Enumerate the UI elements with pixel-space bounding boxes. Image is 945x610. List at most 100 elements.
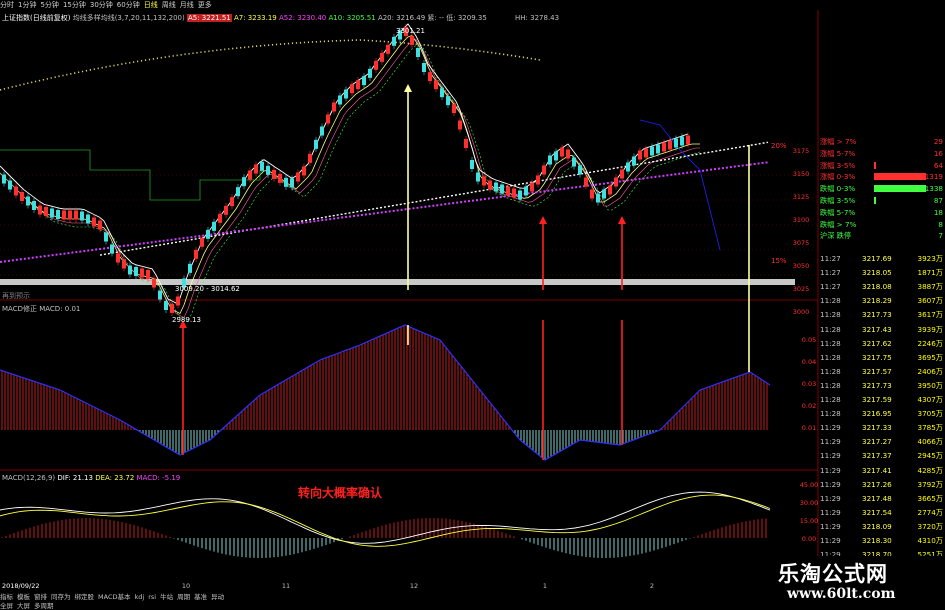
macd-value: MACD: -5.19 [136,474,181,482]
candle-body-32 [194,249,198,259]
candle-body-107 [644,148,648,158]
candle-body-103 [620,169,624,179]
candle-body-4 [26,196,30,206]
candle-body-71 [428,72,432,82]
candle-body-72 [434,80,438,90]
candle-body-29 [176,296,180,306]
tick-volume: 4310万 [917,536,943,545]
candle-body-77 [464,139,468,148]
x-tick-2: 12 [410,582,418,590]
candle-body-76 [458,120,462,130]
candle-body-70 [422,63,426,72]
kline-chart: 3175 3150 3125 3100 3075 3050 3025 3000 0.05 0.04… [0,10,819,590]
indicator-tab-10[interactable]: 基准 [194,593,207,601]
candle-body-25 [152,278,156,288]
tick-time: 11:28 [820,366,841,376]
candle-body-2 [14,186,18,196]
breadth-value: 29 [933,137,943,146]
candle-body-15 [92,217,96,227]
tick-row: 11:29 3217.48 3665万 [818,494,945,504]
tick-volume: 4066万 [917,437,943,447]
tick-time: 11:28 [820,395,841,404]
candle-body-59 [356,80,360,90]
tick-volume: 3617万 [917,310,943,320]
indicator-tab-7[interactable]: rsi [148,593,156,601]
candle-body-92 [554,151,558,161]
breadth-row-8: 沪深 跌停 7 [818,230,945,242]
candle-body-24 [146,270,150,279]
candle-body-112 [674,138,678,148]
candle-body-45 [272,169,276,179]
candle-body-94 [566,149,570,159]
candle-body-68 [410,36,414,45]
watermark-cn: 乐淘公式网 [778,562,888,586]
candle-body-16 [98,220,102,230]
candle-body-108 [650,146,654,156]
tick-volume: 2406万 [917,366,943,376]
price-tick-5: 3050 [793,262,810,270]
candle-body-5 [32,201,36,210]
x-tick-3: 1 [543,582,547,590]
candle-body-113 [680,136,684,146]
candle-body-91 [548,155,552,165]
breadth-row-7: 跌幅 > 7% 8 [818,219,945,231]
indicator-tab-6[interactable]: kdj [134,593,144,601]
tick-time: 11:28 [820,296,841,306]
tick-row: 11:27 3217.69 3923万 [818,254,945,264]
indicator-tab-4[interactable]: 绑定股 [75,593,95,601]
candle-body-56 [338,95,342,105]
tick-volume: 3665万 [917,493,943,503]
tick-row: 11:28 3217.73 3950万 [818,381,945,391]
tick-price: 3217.27 [862,437,892,447]
candle-body-64 [386,44,390,54]
macd2-tick-0: 45.00 [800,481,819,489]
candle-body-39 [236,187,240,197]
tick-volume: 2246万 [917,338,943,348]
candle-body-11 [68,210,72,220]
candle-body-13 [80,211,84,221]
turn-confirm-note: 转向大概率确认 [298,486,383,500]
candle-body-58 [350,84,354,94]
candle-body-6 [38,205,42,215]
candle-body-57 [344,89,348,99]
ma-magenta-dots [0,161,769,263]
tick-volume: 3887万 [917,282,943,292]
indicator-tab-11[interactable]: 异动 [211,593,224,601]
candle-body-74 [446,96,450,106]
left-hint: 再到预示 [2,292,30,300]
price-tick-6: 3025 [793,285,810,293]
a5-value: A5: 3221.51 [186,14,232,22]
x-tick-1: 11 [282,582,290,590]
tick-row: 11:28 3216.95 3705万 [818,409,945,419]
breadth-row-4: 跌幅 0-3% 1338 [818,183,945,195]
candle-body-21 [128,265,132,275]
candle-body-100 [602,189,606,199]
indicator-tab-9[interactable]: 周期 [177,593,190,601]
indicator-tab-8[interactable]: 牛站 [160,593,173,601]
candle-body-99 [596,193,600,203]
candle-body-44 [266,165,270,175]
tick-time: 11:28 [820,324,841,334]
tick-row: 11:28 3217.73 3617万 [818,310,945,320]
candle-body-63 [380,52,384,62]
candle-body-102 [614,177,618,187]
candle-body-52 [314,139,318,149]
candle-body-80 [482,176,486,186]
breadth-value: 87 [933,196,943,205]
tick-time: 11:29 [820,536,841,545]
candle-body-109 [656,144,660,154]
candle-body-19 [116,253,120,263]
tick-price: 3217.73 [862,310,892,320]
dif-line [0,491,771,544]
macd-bottom-header: MACD(12,26,9) DIF: 21.13 DEA: 23.72 MACD… [2,474,180,482]
breadth-value: 7 [938,231,943,241]
pct-bottom-label: 15% [771,257,787,265]
candle-body-36 [218,213,222,223]
candle-body-48 [290,178,294,188]
tick-price: 3218.08 [862,282,892,292]
indicator-tab-5[interactable]: MACD基本 [98,593,130,601]
tick-row: 11:28 3218.29 3607万 [818,296,945,306]
candle-body-86 [518,190,522,200]
ma-white [0,23,689,304]
tick-time: 11:28 [820,409,841,419]
